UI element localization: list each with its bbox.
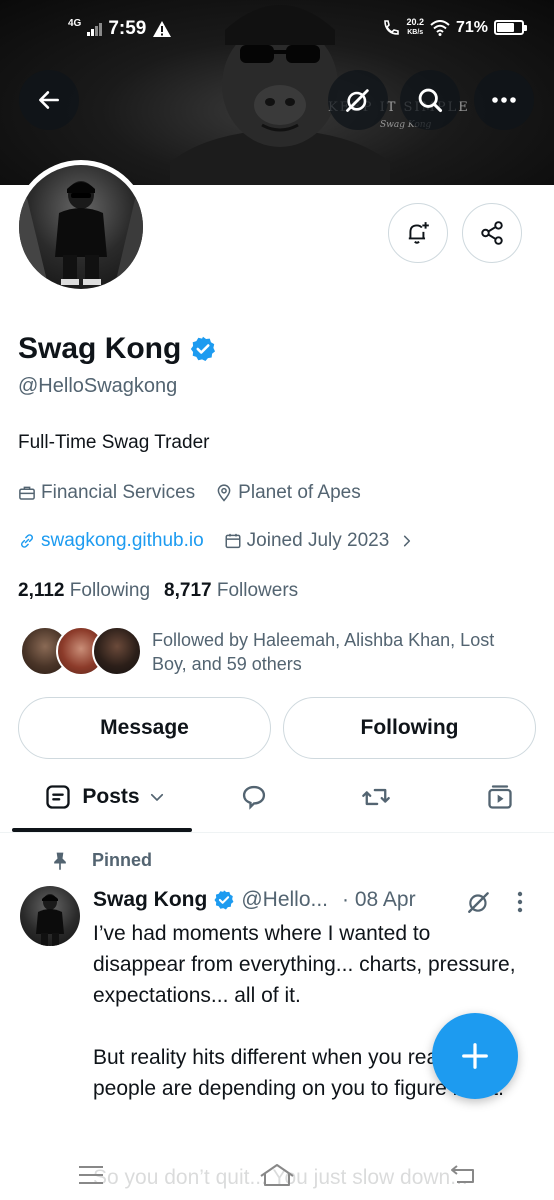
compose-post-button[interactable] [432, 1013, 518, 1099]
profile-name-row: Swag Kong [18, 332, 217, 366]
grok-post-icon[interactable] [466, 889, 492, 915]
post-author-name[interactable]: Swag Kong [93, 888, 207, 912]
pin-icon [54, 852, 66, 870]
profile-location: Planet of Apes [215, 482, 361, 504]
tabs-divider [0, 832, 554, 833]
profile-category-label: Financial Services [41, 482, 196, 503]
search-button[interactable] [400, 70, 460, 130]
bell-plus-icon [408, 222, 429, 244]
warning-icon [153, 21, 172, 37]
post-date[interactable]: · 08 Apr [342, 888, 416, 912]
following-button[interactable]: Following [283, 697, 536, 759]
profile-meta-row-2: swagkong.github.io Joined July 2023 [18, 530, 414, 552]
followed-by-text: Followed by Haleemah, Alishba Khan, Lost… [152, 630, 495, 674]
posts-icon [46, 785, 71, 809]
profile-handle: @HelloSwagkong [18, 375, 178, 397]
back-button[interactable] [19, 70, 79, 130]
followers-count-label: Followers [216, 580, 299, 601]
repost-icon [362, 788, 390, 806]
status-bar: 4G 7:59 20.2 KB/s 71% [0, 0, 554, 62]
battery-percent: 71% [455, 18, 488, 36]
following-count-link[interactable]: 2,112 Following [18, 580, 150, 602]
briefcase-icon [19, 486, 35, 500]
display-name: Swag Kong [18, 332, 182, 365]
plus-icon [462, 1043, 488, 1069]
profile-website[interactable]: swagkong.github.io [18, 530, 204, 552]
pinned-label: Pinned [92, 850, 153, 870]
recent-apps-icon[interactable] [77, 1164, 105, 1186]
status-right: 20.2 KB/s 71% [382, 18, 527, 37]
link-icon [20, 534, 34, 548]
location-pin-icon [217, 484, 231, 502]
profile-tabs: Posts [0, 765, 554, 832]
profile-joined[interactable]: Joined July 2023 [224, 530, 415, 552]
profile-location-label: Planet of Apes [238, 482, 361, 503]
post-more-icon[interactable] [516, 891, 524, 913]
post-author-avatar[interactable] [20, 886, 80, 946]
back-nav-icon[interactable] [449, 1164, 477, 1186]
wifi-icon [430, 19, 450, 36]
grok-icon [346, 89, 369, 112]
network-speed-unit: KB/s [407, 29, 424, 36]
reply-bubble-icon [242, 785, 266, 810]
follow-counts: 2,112 Following 8,717 Followers [18, 580, 298, 602]
verified-badge-icon [214, 890, 234, 910]
share-profile-button[interactable] [462, 203, 522, 263]
battery-icon [494, 20, 527, 35]
post-header: Swag Kong @Hello... · 08 Apr [93, 888, 416, 912]
network-type: 4G [68, 17, 82, 29]
system-nav-bar [0, 1150, 554, 1200]
chevron-down-icon [150, 793, 163, 801]
pinned-indicator: Pinned [50, 850, 152, 871]
followers-count-link[interactable]: 8,717 Followers [164, 580, 298, 602]
grok-button[interactable] [328, 70, 388, 130]
call-wifi-icon [384, 19, 400, 35]
followers-count: 8,717 [164, 580, 212, 601]
following-count: 2,112 [18, 580, 65, 601]
website-link[interactable]: swagkong.github.io [41, 530, 204, 552]
network-speed-value: 20.2 [406, 17, 424, 27]
more-options-button[interactable] [474, 70, 534, 130]
media-icon [488, 785, 512, 809]
tab-posts-label: Posts [82, 785, 140, 808]
clock: 7:59 [108, 18, 147, 39]
arrow-left-icon [39, 91, 59, 109]
signal-icon [87, 22, 103, 36]
tab-posts[interactable]: Posts [20, 765, 190, 829]
message-button[interactable]: Message [18, 697, 271, 759]
follower-avatar [92, 626, 142, 676]
more-horizontal-icon [492, 97, 516, 103]
status-left: 4G 7:59 [68, 18, 172, 40]
tab-reposts[interactable] [344, 765, 408, 829]
network-speed: 20.2 KB/s [406, 18, 424, 37]
share-icon [481, 221, 503, 245]
profile-bio: Full-Time Swag Trader [18, 432, 210, 453]
post-avatar-figure-image [36, 894, 64, 946]
profile-category: Financial Services [18, 482, 195, 504]
home-icon[interactable] [258, 1162, 296, 1188]
search-icon [418, 88, 443, 113]
joined-date: Joined July 2023 [246, 530, 390, 551]
post-author-handle[interactable]: @Hello... [241, 888, 328, 912]
verified-badge-icon[interactable] [189, 335, 217, 363]
tab-replies[interactable] [222, 765, 286, 829]
tab-media[interactable] [468, 765, 532, 829]
follower-avatar-stack [20, 625, 142, 679]
following-count-label: Following [69, 580, 151, 601]
notifications-subscribe-button[interactable] [388, 203, 448, 263]
avatar-figure-image [19, 165, 143, 289]
chevron-right-icon [404, 535, 411, 547]
profile-meta-row-1: Financial Services Planet of Apes [18, 482, 361, 504]
profile-avatar[interactable] [14, 160, 148, 294]
followers-you-know[interactable]: Followed by Haleemah, Alishba Khan, Lost… [20, 625, 522, 679]
calendar-icon [225, 533, 241, 549]
